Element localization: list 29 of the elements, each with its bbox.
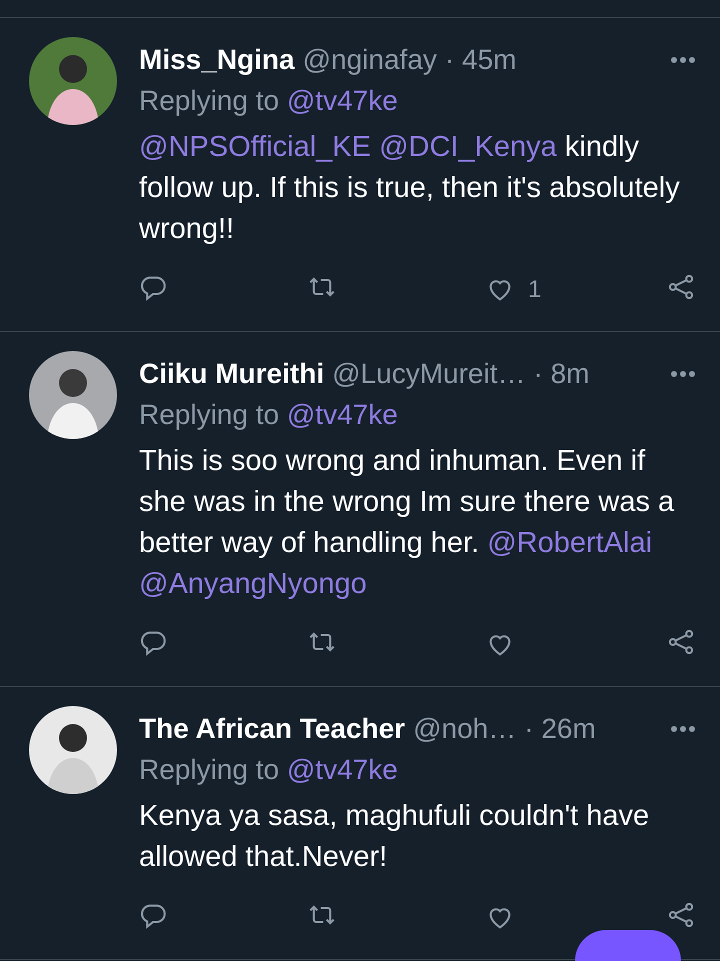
user-name[interactable]: Ciiku Mureithi bbox=[139, 358, 324, 390]
tweet-time: · 26m bbox=[524, 713, 596, 745]
more-icon[interactable] bbox=[670, 725, 696, 733]
share-icon[interactable] bbox=[666, 272, 696, 300]
share-icon[interactable] bbox=[666, 628, 696, 656]
mention-link[interactable]: @DCI_Kenya bbox=[379, 131, 557, 163]
mention-link[interactable]: @AnyangNyongo bbox=[139, 568, 367, 600]
like-count: 1 bbox=[528, 276, 542, 304]
mention-link[interactable]: @NPSOfficial_KE bbox=[139, 131, 371, 163]
more-icon[interactable] bbox=[670, 56, 696, 64]
tweet-text: @NPSOfficial_KE @DCI_Kenya kindly follow up. If this is true, then it's absolutely wrong!! bbox=[139, 130, 681, 247]
user-handle: @nginafay bbox=[302, 44, 437, 76]
tweet-time: · 45m bbox=[444, 44, 516, 76]
tweet-time: · 8m bbox=[534, 358, 590, 390]
tweet-text: This is soo wrong and inhuman. Even if she was in the wrong Im sure there was a better way of handling her. @RobertAlai @AnyangNyongo bbox=[139, 444, 676, 602]
replying-to-text: Replying to @tv47ke bbox=[139, 398, 399, 432]
more-icon[interactable] bbox=[670, 370, 696, 378]
replying-to-text: Replying to @tv47ke bbox=[139, 84, 399, 118]
user-name[interactable]: The African Teacher bbox=[139, 713, 406, 745]
share-icon[interactable] bbox=[666, 900, 696, 928]
user-name[interactable]: Miss_Ngina bbox=[139, 44, 295, 76]
tweet-text: Kenya ya sasa, maghufuli couldn't have allowed that.Never! bbox=[139, 799, 650, 875]
mention-link[interactable]: @RobertAlai bbox=[487, 527, 652, 559]
user-handle: @LucyMureit… bbox=[332, 358, 526, 390]
mention-link[interactable]: @tv47ke bbox=[286, 85, 398, 116]
user-handle: @noh… bbox=[413, 713, 516, 745]
mention-link[interactable]: @tv47ke bbox=[286, 399, 398, 430]
replying-to-text: Replying to @tv47ke bbox=[139, 753, 399, 787]
mention-link[interactable]: @tv47ke bbox=[286, 754, 398, 785]
